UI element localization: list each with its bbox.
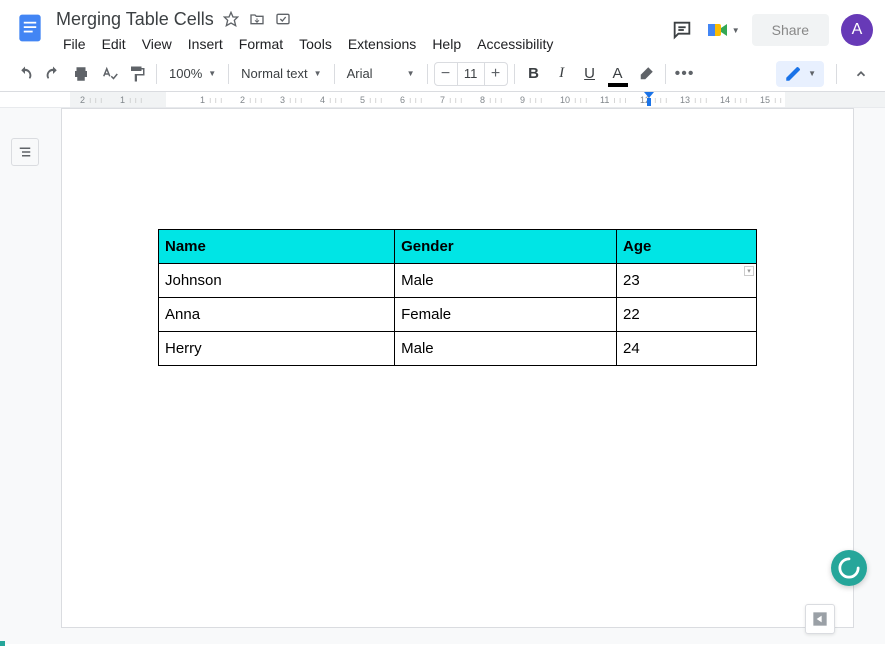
menu-bar: File Edit View Insert Format Tools Exten… <box>56 32 670 56</box>
font-size-input[interactable] <box>457 63 485 85</box>
header-right: ▼ Share A <box>670 14 873 46</box>
toolbar-separator <box>228 64 229 84</box>
table-row[interactable]: Herry Male 24 <box>159 332 757 366</box>
more-options-button[interactable]: ••• <box>672 61 698 87</box>
table-cell[interactable]: Herry <box>159 332 395 366</box>
font-size-decrease-button[interactable]: − <box>435 63 457 85</box>
outline-sidebar <box>0 108 50 644</box>
explore-button[interactable] <box>831 550 867 586</box>
menu-view[interactable]: View <box>135 32 179 56</box>
table-header-cell[interactable]: Age <box>616 230 756 264</box>
hide-menus-button[interactable] <box>849 62 873 86</box>
document-title[interactable]: Merging Table Cells <box>56 9 214 30</box>
table-cell[interactable]: Johnson <box>159 264 395 298</box>
paint-format-button[interactable] <box>124 61 150 87</box>
table-cell[interactable]: 22 <box>616 298 756 332</box>
highlight-button[interactable] <box>633 61 659 87</box>
font-size-increase-button[interactable]: + <box>485 63 507 85</box>
menu-file[interactable]: File <box>56 32 93 56</box>
meet-icon[interactable]: ▼ <box>706 20 740 40</box>
font-size-control: − + <box>434 62 508 86</box>
table-row[interactable]: Johnson Male 23▾ <box>159 264 757 298</box>
star-icon[interactable] <box>222 10 240 28</box>
editing-mode-button[interactable]: ▼ <box>776 61 824 87</box>
menu-edit[interactable]: Edit <box>95 32 133 56</box>
document-scroll[interactable]: Name Gender Age Johnson Male 23▾ Anna Fe… <box>50 108 885 644</box>
chevron-down-icon: ▼ <box>732 26 740 35</box>
horizontal-ruler[interactable]: 2ııı 1ııı 1ııı 2ııı 3ııı 4ııı 5ııı 6ııı … <box>0 92 885 108</box>
menu-insert[interactable]: Insert <box>181 32 230 56</box>
menu-help[interactable]: Help <box>425 32 468 56</box>
zoom-value: 100% <box>169 66 202 81</box>
ruler-right-margin[interactable] <box>785 92 885 107</box>
move-icon[interactable] <box>248 10 266 28</box>
page-edge-indicator <box>0 641 5 646</box>
italic-button[interactable]: I <box>549 61 575 87</box>
document-area: Name Gender Age Johnson Male 23▾ Anna Fe… <box>0 108 885 644</box>
table-cell[interactable]: Male <box>395 264 617 298</box>
docs-logo-icon[interactable] <box>12 10 48 46</box>
style-value: Normal text <box>241 66 307 81</box>
font-value: Arial <box>347 66 373 81</box>
title-area: Merging Table Cells File Edit View Inser… <box>56 8 670 56</box>
title-actions <box>222 10 292 28</box>
toolbar-separator <box>334 64 335 84</box>
side-panel-toggle-button[interactable] <box>805 604 835 634</box>
text-color-button[interactable]: A <box>605 61 631 87</box>
outline-toggle-icon[interactable] <box>11 138 39 166</box>
paragraph-style-selector[interactable]: Normal text ▼ <box>235 62 327 85</box>
underline-button[interactable]: U <box>577 61 603 87</box>
table-cell[interactable]: Male <box>395 332 617 366</box>
toolbar-separator <box>156 64 157 84</box>
undo-button[interactable] <box>12 61 38 87</box>
zoom-selector[interactable]: 100% ▼ <box>163 62 222 85</box>
print-button[interactable] <box>68 61 94 87</box>
indent-marker[interactable] <box>644 92 654 108</box>
toolbar-separator <box>427 64 428 84</box>
status-icon[interactable] <box>274 10 292 28</box>
toolbar-right: ▼ <box>776 61 873 87</box>
share-button[interactable]: Share <box>752 14 829 46</box>
toolbar: 100% ▼ Normal text ▼ Arial ▼ − + B I U A… <box>0 56 885 92</box>
table-header-row[interactable]: Name Gender Age <box>159 230 757 264</box>
menu-accessibility[interactable]: Accessibility <box>470 32 560 56</box>
title-row: Merging Table Cells <box>56 8 670 30</box>
cell-drag-handle[interactable]: ▾ <box>744 266 754 276</box>
table-cell[interactable]: 24 <box>616 332 756 366</box>
table-cell[interactable]: Anna <box>159 298 395 332</box>
comment-history-icon[interactable] <box>670 18 694 42</box>
toolbar-separator <box>665 64 666 84</box>
table-cell[interactable]: 23▾ <box>616 264 756 298</box>
table-header-cell[interactable]: Name <box>159 230 395 264</box>
toolbar-separator <box>836 64 837 84</box>
menu-format[interactable]: Format <box>232 32 290 56</box>
menu-tools[interactable]: Tools <box>292 32 339 56</box>
bold-button[interactable]: B <box>521 61 547 87</box>
table-header-cell[interactable]: Gender <box>395 230 617 264</box>
menu-extensions[interactable]: Extensions <box>341 32 423 56</box>
spellcheck-button[interactable] <box>96 61 122 87</box>
table-cell[interactable]: Female <box>395 298 617 332</box>
ruler-content: 2ııı 1ııı 1ııı 2ııı 3ııı 4ııı 5ııı 6ııı … <box>70 92 885 107</box>
font-selector[interactable]: Arial ▼ <box>341 62 421 85</box>
document-page[interactable]: Name Gender Age Johnson Male 23▾ Anna Fe… <box>61 108 854 628</box>
chevron-down-icon: ▼ <box>407 69 415 78</box>
redo-button[interactable] <box>40 61 66 87</box>
chevron-down-icon: ▼ <box>208 69 216 78</box>
table-row[interactable]: Anna Female 22 <box>159 298 757 332</box>
content-table[interactable]: Name Gender Age Johnson Male 23▾ Anna Fe… <box>158 229 757 366</box>
toolbar-separator <box>514 64 515 84</box>
chevron-down-icon: ▼ <box>314 69 322 78</box>
chevron-down-icon: ▼ <box>808 69 816 78</box>
header: Merging Table Cells File Edit View Inser… <box>0 0 885 56</box>
user-avatar[interactable]: A <box>841 14 873 46</box>
